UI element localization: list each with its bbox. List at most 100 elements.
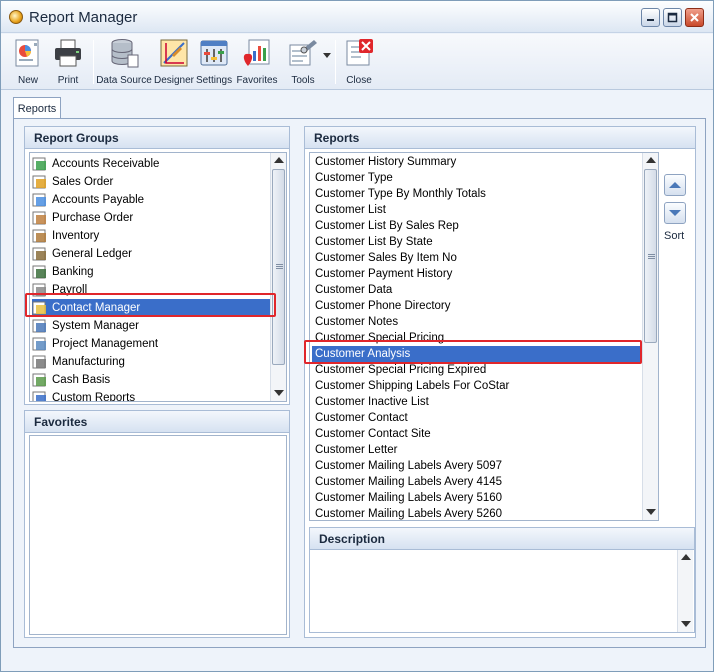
- scroll-thumb[interactable]: [272, 169, 285, 365]
- report-group-item[interactable]: Project Management: [32, 335, 272, 353]
- maximize-button[interactable]: [663, 8, 682, 27]
- description-scrollbar[interactable]: [677, 550, 693, 632]
- settings-button[interactable]: Settings: [196, 36, 232, 88]
- report-list-item[interactable]: Customer Contact Site: [312, 426, 640, 442]
- report-list-item[interactable]: Customer Mailing Labels Avery 5097: [312, 458, 640, 474]
- report-list-item[interactable]: Customer History Summary: [312, 154, 640, 170]
- report-selection-highlight-box: [304, 340, 642, 364]
- report-group-item[interactable]: Manufacturing: [32, 353, 272, 371]
- data-source-label: Data Source: [96, 75, 152, 86]
- favorites-panel: Favorites: [24, 410, 290, 638]
- minimize-icon: [647, 19, 654, 21]
- sort-up-button[interactable]: [664, 174, 686, 196]
- arrow-up-icon: [669, 182, 681, 188]
- scroll-down-arrow-icon[interactable]: [646, 509, 656, 515]
- report-list-item[interactable]: Customer List: [312, 202, 640, 218]
- reports-list[interactable]: Customer History Summary Customer Type Cus…: [309, 152, 659, 521]
- tools-dropdown-caret[interactable]: [323, 53, 331, 58]
- report-groups-scrollbar[interactable]: [270, 153, 286, 401]
- arrow-down-icon: [669, 210, 681, 216]
- favorites-list[interactable]: [29, 435, 287, 635]
- report-list-item[interactable]: Customer Type By Monthly Totals: [312, 186, 640, 202]
- selection-highlight-box: [25, 293, 276, 317]
- report-manager-window: Report Manager New Print Data Source Des…: [0, 0, 714, 672]
- report-list-item[interactable]: Customer Type: [312, 170, 640, 186]
- reports-scrollbar[interactable]: [642, 153, 658, 520]
- report-list-item[interactable]: Customer Mailing Labels Avery 4145: [312, 474, 640, 490]
- designer-icon: [160, 39, 188, 67]
- close-button[interactable]: Close: [341, 36, 377, 88]
- project-management-icon: [32, 337, 46, 351]
- report-group-label: Sales Order: [52, 176, 114, 188]
- report-list-item[interactable]: Customer List By Sales Rep: [312, 218, 640, 234]
- manufacturing-icon: [32, 355, 46, 369]
- description-header: Description: [310, 528, 694, 550]
- report-group-item[interactable]: System Manager: [32, 317, 272, 335]
- close-window-button[interactable]: [685, 8, 704, 27]
- report-list-item[interactable]: Customer Special Pricing Expired: [312, 362, 640, 378]
- favorites-button[interactable]: Favorites: [235, 36, 279, 88]
- toolbar-separator: [93, 40, 94, 84]
- report-groups-header: Report Groups: [25, 127, 289, 149]
- title-bar: Report Manager: [1, 1, 713, 33]
- print-button[interactable]: Print: [51, 36, 85, 88]
- scroll-up-arrow-icon[interactable]: [646, 157, 656, 163]
- accounts-receivable-icon: [32, 157, 46, 171]
- tools-button[interactable]: Tools: [281, 36, 325, 88]
- report-list-item[interactable]: Customer Mailing Labels Avery 5260: [312, 506, 640, 520]
- favorites-header: Favorites: [25, 411, 289, 433]
- designer-button[interactable]: Designer: [154, 36, 194, 88]
- report-list-item[interactable]: Customer Phone Directory: [312, 298, 640, 314]
- scroll-thumb[interactable]: [644, 169, 657, 343]
- report-group-item[interactable]: Purchase Order: [32, 209, 272, 227]
- report-group-item[interactable]: Custom Reports: [32, 389, 272, 402]
- report-group-label: Purchase Order: [52, 212, 134, 224]
- report-group-label: Manufacturing: [52, 356, 125, 368]
- scroll-up-arrow-icon[interactable]: [681, 554, 691, 560]
- data-source-button[interactable]: Data Source: [96, 36, 152, 88]
- close-icon: [690, 13, 699, 22]
- scroll-down-arrow-icon[interactable]: [274, 390, 284, 396]
- report-group-item[interactable]: General Ledger: [32, 245, 272, 263]
- designer-label: Designer: [153, 75, 195, 86]
- scroll-down-arrow-icon[interactable]: [681, 621, 691, 627]
- report-list-item[interactable]: Customer List By State: [312, 234, 640, 250]
- report-groups-list[interactable]: Accounts Receivable Sales Order Accounts P…: [29, 152, 287, 402]
- report-group-label: Banking: [52, 266, 94, 278]
- scroll-up-arrow-icon[interactable]: [274, 157, 284, 163]
- report-list-item[interactable]: Customer Data: [312, 282, 640, 298]
- report-list-item[interactable]: Customer Payment History: [312, 266, 640, 282]
- minimize-button[interactable]: [641, 8, 660, 27]
- report-list-item[interactable]: Customer Notes: [312, 314, 640, 330]
- report-group-item[interactable]: Banking: [32, 263, 272, 281]
- new-label: New: [17, 75, 38, 86]
- report-group-item[interactable]: Accounts Receivable: [32, 155, 272, 173]
- report-list-item[interactable]: Customer Letter: [312, 442, 640, 458]
- report-group-label: Custom Reports: [52, 392, 136, 402]
- report-group-item[interactable]: Sales Order: [32, 173, 272, 191]
- tab-reports[interactable]: Reports: [13, 97, 61, 119]
- sort-down-button[interactable]: [664, 202, 686, 224]
- report-list-item[interactable]: Customer Mailing Labels Avery 5160: [312, 490, 640, 506]
- description-box[interactable]: [310, 550, 694, 632]
- sales-order-icon: [32, 175, 46, 189]
- window-title: Report Manager: [29, 9, 138, 26]
- report-group-item[interactable]: Accounts Payable: [32, 191, 272, 209]
- system-manager-icon: [32, 319, 46, 333]
- report-list-item[interactable]: Customer Sales By Item No: [312, 250, 640, 266]
- report-list-item[interactable]: Customer Shipping Labels For CoStar: [312, 378, 640, 394]
- inventory-icon: [32, 229, 46, 243]
- new-button[interactable]: New: [11, 36, 45, 88]
- report-group-label: General Ledger: [52, 248, 132, 260]
- settings-icon: [200, 40, 228, 66]
- database-icon: [111, 39, 139, 68]
- report-list-item[interactable]: Customer Contact: [312, 410, 640, 426]
- report-list-item[interactable]: Customer Inactive List: [312, 394, 640, 410]
- report-group-item[interactable]: Cash Basis: [32, 371, 272, 389]
- reports-header: Reports: [305, 127, 695, 149]
- printer-icon: [55, 39, 81, 67]
- close-label: Close: [346, 75, 372, 86]
- app-icon: [9, 10, 23, 24]
- report-group-label: Cash Basis: [52, 374, 111, 386]
- report-group-item[interactable]: Inventory: [32, 227, 272, 245]
